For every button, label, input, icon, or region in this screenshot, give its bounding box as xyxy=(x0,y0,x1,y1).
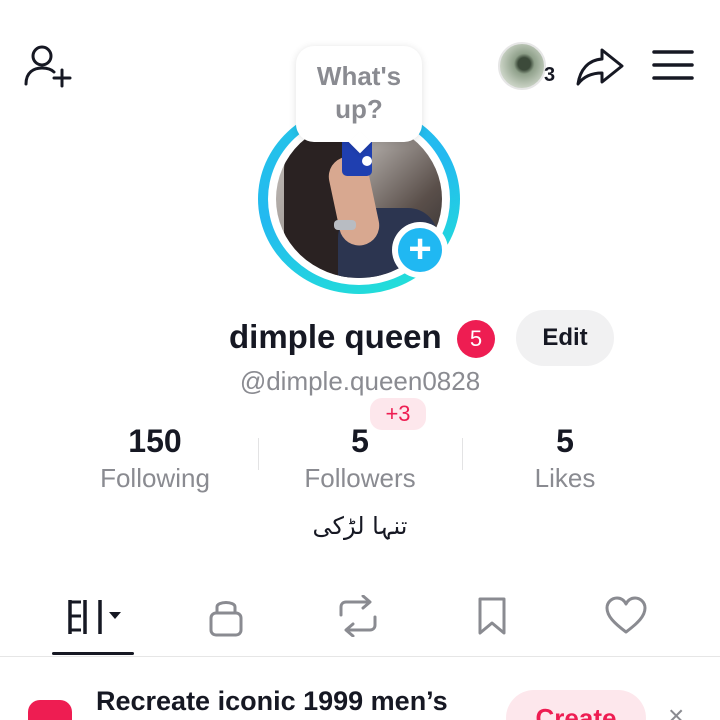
handle-text: @dimple.queen0828 xyxy=(239,366,481,396)
repost-icon xyxy=(339,595,377,637)
tabs-divider xyxy=(0,656,720,657)
following-label: Following xyxy=(100,463,210,493)
promo-text: Recreate iconic 1999 men’s xyxy=(96,686,448,716)
followers-label: Followers xyxy=(304,463,416,493)
videos-grid-icon xyxy=(68,600,121,634)
status-bubble[interactable]: What's up? xyxy=(296,46,422,142)
friends-count: 3 xyxy=(544,64,556,86)
followers-count: 5 xyxy=(351,423,369,459)
add-friend-icon[interactable] xyxy=(22,42,72,88)
tab-favorites[interactable] xyxy=(452,592,532,640)
create-button[interactable]: Create xyxy=(506,690,646,720)
tab-private[interactable] xyxy=(186,592,266,640)
following-count: 150 xyxy=(128,423,182,459)
username-handle: @dimple.queen0828 xyxy=(0,366,720,397)
notification-badge: 5 xyxy=(457,320,495,358)
stat-divider xyxy=(462,438,463,470)
heart-icon xyxy=(605,596,647,634)
profile-name: dimple queen xyxy=(229,318,442,355)
share-icon[interactable] xyxy=(574,42,626,88)
stat-following[interactable]: 150 Following xyxy=(65,422,245,496)
bubble-dot xyxy=(362,156,372,166)
bubble-line2: up? xyxy=(335,94,383,124)
likes-label: Likes xyxy=(534,463,596,493)
profile-bio: تنہا لڑکی xyxy=(312,512,408,540)
tab-liked[interactable] xyxy=(586,592,666,640)
active-tab-indicator xyxy=(52,652,134,655)
menu-icon[interactable] xyxy=(648,42,696,88)
add-story-button[interactable]: + xyxy=(392,222,448,278)
lock-icon xyxy=(209,601,243,637)
stat-followers[interactable]: 5 Followers xyxy=(270,422,450,496)
stat-likes[interactable]: 5 Likes xyxy=(475,422,655,496)
create-shield-icon xyxy=(28,700,72,720)
plus-icon: + xyxy=(398,228,442,272)
tab-reposts[interactable] xyxy=(318,592,398,640)
edit-profile-button[interactable]: Edit xyxy=(516,310,614,366)
likes-count: 5 xyxy=(556,423,574,459)
tab-videos[interactable] xyxy=(52,592,132,640)
friends-avatar[interactable] xyxy=(498,42,546,90)
close-icon[interactable]: × xyxy=(668,700,684,720)
bubble-line1: What's xyxy=(316,61,402,91)
stat-divider xyxy=(258,438,259,470)
bookmark-icon xyxy=(478,597,506,635)
